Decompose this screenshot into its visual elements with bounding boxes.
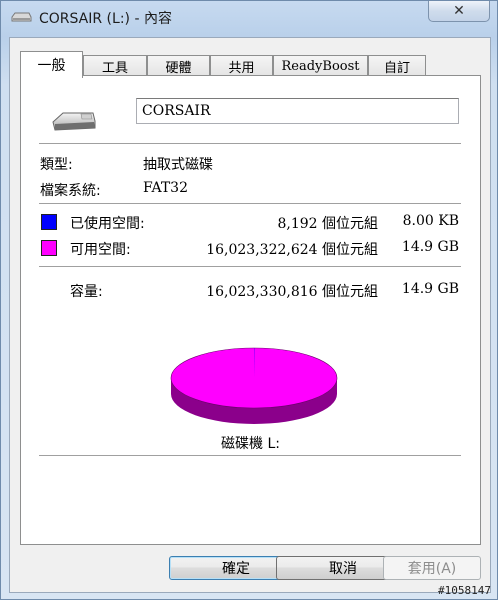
- divider: [39, 455, 461, 456]
- apply-button[interactable]: 套用(A): [383, 556, 481, 580]
- tab-sharing[interactable]: 共用: [210, 55, 273, 77]
- window-title: CORSAIR (L:) - 內容: [39, 11, 172, 27]
- volume-name-input[interactable]: [136, 98, 459, 124]
- close-button[interactable]: ✕: [428, 1, 490, 22]
- free-space-size: 14.9 GB: [401, 239, 459, 255]
- title-bar[interactable]: CORSAIR (L:) - 內容 ✕: [1, 1, 497, 35]
- drive-caption: 磁碟機 L:: [21, 433, 480, 453]
- general-tab-panel: 類型: 抽取式磁碟 檔案系統: FAT32 已使用空間: 8,192 個位元組 …: [20, 75, 481, 545]
- tab-readyboost[interactable]: ReadyBoost: [273, 55, 368, 77]
- divider: [39, 203, 461, 204]
- capacity-label: 容量:: [70, 284, 103, 300]
- free-space-bytes: 16,023,322,624 個位元組: [206, 242, 378, 258]
- usb-drive-icon: [11, 12, 32, 22]
- tab-tools[interactable]: 工具: [83, 55, 147, 77]
- type-label: 類型:: [40, 157, 73, 173]
- free-space-swatch: [41, 240, 57, 256]
- watermark: #1058147: [438, 584, 491, 597]
- type-value: 抽取式磁碟: [143, 157, 213, 173]
- used-space-swatch: [41, 214, 57, 230]
- divider: [39, 143, 461, 144]
- tab-general[interactable]: 一般: [20, 51, 83, 78]
- used-space-label: 已使用空間:: [70, 216, 145, 232]
- drive-caption-text: 磁碟機 L:: [221, 436, 280, 452]
- file-system-value: FAT32: [143, 180, 188, 196]
- dialog-client: 一般 工具 硬體 共用 ReadyBoost 自訂 類型:: [9, 37, 491, 593]
- disk-usage-pie-chart: [170, 347, 338, 424]
- tab-customize[interactable]: 自訂: [368, 55, 426, 77]
- capacity-bytes: 16,023,330,816 個位元組: [206, 284, 378, 300]
- properties-window: CORSAIR (L:) - 內容 ✕ 一般 工具 硬體 共用 ReadyBoo…: [0, 0, 498, 600]
- removable-drive-icon: [52, 112, 96, 131]
- capacity-size: 14.9 GB: [401, 281, 459, 297]
- used-space-size: 8.00 KB: [402, 213, 459, 229]
- tab-hardware[interactable]: 硬體: [147, 55, 210, 77]
- file-system-label: 檔案系統:: [40, 183, 101, 199]
- close-icon: ✕: [453, 3, 465, 19]
- free-space-label: 可用空間:: [70, 242, 131, 258]
- used-space-bytes: 8,192 個位元組: [277, 216, 378, 232]
- divider: [39, 266, 461, 267]
